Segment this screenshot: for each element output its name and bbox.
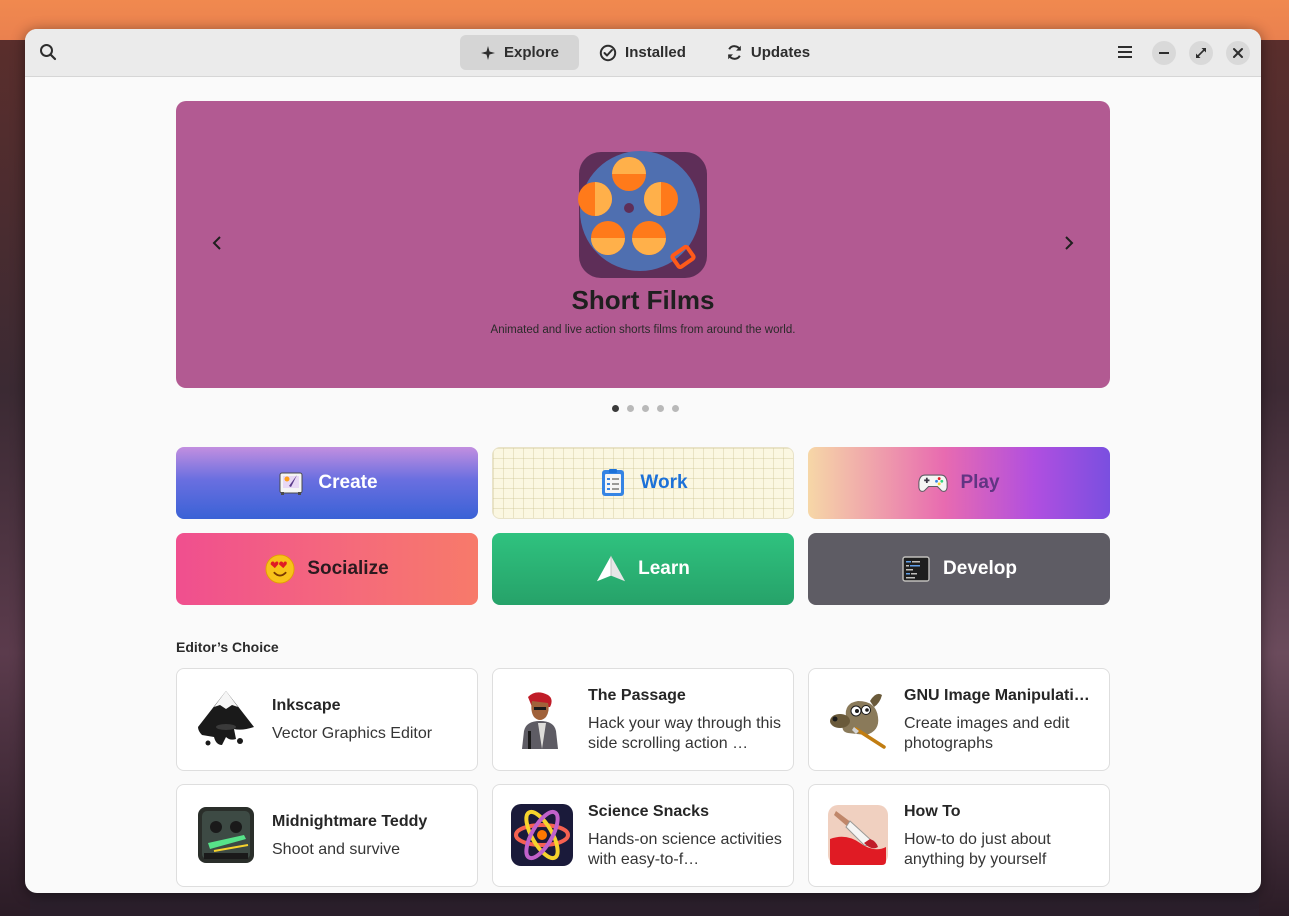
explore-icon	[481, 45, 495, 60]
the-passage-icon	[522, 692, 558, 749]
app-name: How To	[904, 803, 961, 820]
midnightmare-teddy-icon	[198, 807, 254, 863]
category-work[interactable]: Work	[492, 447, 794, 519]
hamburger-menu-icon	[1118, 46, 1132, 58]
category-develop[interactable]: Develop	[808, 533, 1110, 605]
carousel-dot-5[interactable]	[672, 405, 679, 412]
carousel-dot-4[interactable]	[657, 405, 664, 412]
category-work-label: Work	[640, 472, 688, 493]
carousel-dot-1[interactable]	[612, 405, 619, 412]
chevron-left-icon	[212, 236, 221, 250]
explore-page: Short Films Animated and live action sho…	[25, 78, 1261, 893]
app-description: Vector Graphics Editor	[272, 725, 433, 742]
tab-updates[interactable]: Updates	[706, 35, 830, 70]
featured-title: Short Films	[571, 285, 715, 315]
work-icon	[598, 468, 628, 498]
view-switcher: Explore Installed Updates	[460, 35, 830, 70]
main-menu-button[interactable]	[1110, 37, 1140, 67]
paper-plane-icon	[596, 554, 626, 584]
close-icon	[1233, 48, 1243, 58]
minimize-icon	[1159, 52, 1169, 54]
category-play[interactable]: Play	[808, 447, 1110, 519]
category-create[interactable]: Create	[176, 447, 478, 519]
category-learn-label: Learn	[638, 558, 690, 579]
tab-installed-label: Installed	[625, 44, 686, 61]
terminal-icon	[901, 554, 931, 584]
featured-description: Animated and live action shorts films fr…	[490, 324, 796, 336]
category-create-label: Create	[318, 472, 378, 493]
carousel-previous-button[interactable]	[201, 227, 233, 259]
category-play-label: Play	[960, 472, 1000, 493]
app-description: Hack your way through this side scrollin…	[588, 715, 781, 752]
app-name: Inkscape	[272, 697, 341, 714]
short-films-icon	[578, 151, 707, 278]
gimp-icon	[830, 693, 886, 749]
tab-installed[interactable]: Installed	[579, 35, 706, 70]
tab-updates-label: Updates	[750, 44, 811, 61]
app-name: The Passage	[588, 687, 686, 704]
carousel-indicator	[612, 405, 679, 412]
app-card-midnightmare-teddy[interactable]: Midnightmare Teddy Shoot and survive	[176, 784, 478, 887]
wallpaper-right	[1259, 40, 1289, 916]
chevron-right-icon	[1065, 236, 1074, 250]
app-description: How-to do just about anything by yoursel…	[904, 831, 1051, 868]
check-icon	[599, 44, 617, 61]
category-learn[interactable]: Learn	[492, 533, 794, 605]
science-snacks-icon	[511, 804, 573, 866]
app-name: Midnightmare Teddy	[272, 813, 428, 830]
close-button[interactable]	[1226, 41, 1250, 65]
app-card-gimp[interactable]: GNU Image Manipulati… Create images and …	[808, 668, 1110, 771]
app-card-the-passage[interactable]: The Passage Hack your way through this s…	[492, 668, 794, 771]
create-icon	[276, 468, 306, 498]
software-window: Explore Installed Updates Short Films An…	[25, 29, 1261, 893]
app-card-how-to[interactable]: How To How-to do just about anything by …	[808, 784, 1110, 887]
app-description: Hands-on science activities with easy-to…	[588, 831, 782, 868]
search-button[interactable]	[33, 36, 63, 68]
maximize-button[interactable]	[1189, 41, 1213, 65]
maximize-icon	[1196, 48, 1206, 58]
category-socialize[interactable]: Socialize	[176, 533, 478, 605]
app-card-science-snacks[interactable]: Science Snacks Hands-on science activiti…	[492, 784, 794, 887]
header-bar: Explore Installed Updates	[25, 29, 1261, 77]
section-editors-choice-title: Editor’s Choice	[176, 639, 279, 655]
how-to-icon	[828, 805, 888, 865]
minimize-button[interactable]	[1152, 41, 1176, 65]
carousel-dot-2[interactable]	[627, 405, 634, 412]
gamepad-icon	[918, 468, 949, 498]
refresh-icon	[727, 45, 741, 60]
inkscape-icon	[198, 691, 254, 746]
app-description: Shoot and survive	[272, 841, 401, 858]
carousel-next-button[interactable]	[1053, 227, 1085, 259]
carousel-dot-3[interactable]	[642, 405, 649, 412]
tab-explore[interactable]: Explore	[460, 35, 580, 70]
app-card-inkscape[interactable]: Inkscape Vector Graphics Editor	[176, 668, 478, 771]
search-icon	[40, 44, 57, 61]
app-name: Science Snacks	[588, 803, 709, 820]
heart-eyes-emoji-icon	[265, 554, 295, 584]
category-develop-label: Develop	[943, 558, 1017, 579]
tab-explore-label: Explore	[504, 44, 560, 61]
category-socialize-label: Socialize	[307, 558, 389, 579]
app-name: GNU Image Manipulati…	[904, 687, 1090, 704]
featured-carousel[interactable]: Short Films Animated and live action sho…	[176, 101, 1110, 388]
app-description: Create images and edit photographs	[904, 715, 1070, 752]
